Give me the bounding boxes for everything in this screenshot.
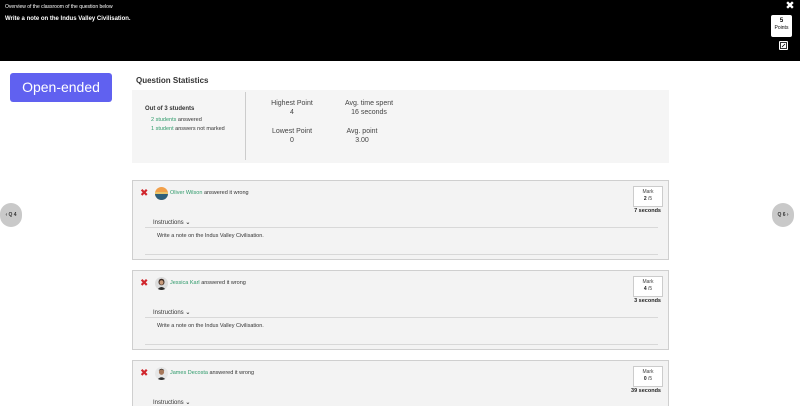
answered-line: 2 students answered	[151, 117, 202, 123]
question-header: Overview of the classroom of the questio…	[0, 0, 800, 61]
instructions-toggle[interactable]: Instructions ⌄	[153, 399, 190, 406]
instructions-text: Write a note on the Indus Valley Civilis…	[157, 233, 264, 239]
points-value: 5	[779, 18, 784, 24]
question-text: Write a note on the Indus Valley Civilis…	[5, 16, 131, 22]
stat-avg-time-value: 16 seconds	[351, 109, 387, 116]
avatar	[155, 277, 168, 290]
chevron-down-icon: ⌄	[185, 400, 191, 406]
avatar	[155, 187, 168, 200]
chevron-right-icon: ›	[786, 212, 789, 218]
answer-card: ✖ James Decosta answered it wrong Mark 0…	[132, 360, 669, 406]
student-name-link[interactable]: Oliver Wilson	[170, 190, 202, 196]
divider	[145, 317, 658, 318]
question-type-badge: Open-ended	[10, 73, 112, 102]
mark-label: Mark	[642, 369, 654, 375]
not-marked-count-link[interactable]: 1 student	[151, 126, 174, 132]
avatar	[155, 367, 168, 380]
chevron-down-icon: ⌄	[185, 220, 191, 226]
next-question-button[interactable]: Q 6 ›	[772, 203, 794, 227]
wrong-x-icon: ✖	[140, 278, 149, 289]
stats-panel: Out of 3 students 2 students answered 1 …	[132, 90, 669, 163]
instructions-toggle[interactable]: Instructions ⌄	[153, 309, 190, 316]
time-spent: 7 seconds	[634, 208, 661, 214]
prev-question-label: Q 4	[8, 212, 17, 218]
stat-avg-point-label: Avg. point	[346, 128, 378, 135]
time-spent: 3 seconds	[634, 298, 661, 304]
answer-status: answered it wrong	[209, 370, 255, 376]
answer-status: answered it wrong	[201, 280, 246, 286]
mark-label: Mark	[642, 189, 654, 195]
wrong-x-icon: ✖	[140, 368, 149, 379]
mark-label: Mark	[642, 279, 654, 285]
header-caption: Overview of the classroom of the questio…	[5, 4, 113, 10]
not-marked-line: 1 student answers not marked	[151, 126, 225, 132]
mark-box[interactable]: Mark 0 /5	[633, 366, 663, 387]
student-name-link[interactable]: Jessica Karl	[170, 280, 200, 286]
mark-value: 4 /5	[643, 286, 653, 292]
student-line: James Decosta answered it wrong	[170, 370, 254, 376]
student-line: Jessica Karl answered it wrong	[170, 280, 246, 286]
divider	[145, 254, 658, 255]
mark-value: 2 /5	[643, 196, 653, 202]
points-label: Points	[774, 25, 789, 31]
stat-avg-time: Avg. time spent 16 seconds	[339, 100, 399, 116]
answer-status: answered it wrong	[203, 190, 249, 196]
mark-value: 0 /5	[643, 376, 653, 382]
chevron-down-icon: ⌄	[185, 310, 191, 316]
stats-divider	[245, 92, 246, 160]
answer-card: ✖ Oliver Wilson answered it wrong Mark 2…	[132, 180, 669, 260]
stats-title: Question Statistics	[136, 76, 209, 85]
stat-avg-time-label: Avg. time spent	[344, 100, 394, 107]
points-box: 5 Points	[771, 15, 792, 37]
instructions-label: Instructions	[153, 220, 184, 226]
out-of-students: Out of 3 students	[145, 106, 195, 112]
mark-box[interactable]: Mark 2 /5	[633, 186, 663, 207]
stat-avg-point: Avg. point 3.00	[339, 128, 385, 144]
instructions-text: Write a note on the Indus Valley Civilis…	[157, 323, 264, 329]
divider	[145, 227, 658, 228]
chevron-left-icon: ‹	[5, 212, 8, 218]
stat-avg-point-value: 3.00	[355, 137, 369, 144]
instructions-label: Instructions	[153, 310, 184, 316]
student-name-link[interactable]: James Decosta	[170, 370, 208, 376]
answer-card: ✖ Jessica Karl answered it wrong Mark 4 …	[132, 270, 669, 350]
stat-highest-value: 4	[290, 109, 294, 116]
edit-icon[interactable]	[779, 41, 788, 50]
stat-lowest-label: Lowest Point	[271, 128, 313, 135]
close-icon[interactable]: ✖	[784, 0, 796, 12]
wrong-x-icon: ✖	[140, 188, 149, 199]
prev-question-button[interactable]: ‹ Q 4	[0, 203, 22, 227]
answered-text: answered	[177, 117, 202, 123]
time-spent: 39 seconds	[631, 388, 661, 394]
student-line: Oliver Wilson answered it wrong	[170, 190, 249, 196]
instructions-toggle[interactable]: Instructions ⌄	[153, 219, 190, 226]
stat-lowest-value: 0	[290, 137, 294, 144]
instructions-label: Instructions	[153, 400, 184, 406]
stat-highest: Highest Point 4	[269, 100, 315, 116]
mark-box[interactable]: Mark 4 /5	[633, 276, 663, 297]
divider	[145, 344, 658, 345]
answered-count-link[interactable]: 2 students	[151, 117, 176, 123]
stat-lowest: Lowest Point 0	[269, 128, 315, 144]
not-marked-text: answers not marked	[175, 126, 225, 132]
next-question-label: Q 6	[777, 212, 786, 218]
stat-highest-label: Highest Point	[271, 100, 313, 107]
